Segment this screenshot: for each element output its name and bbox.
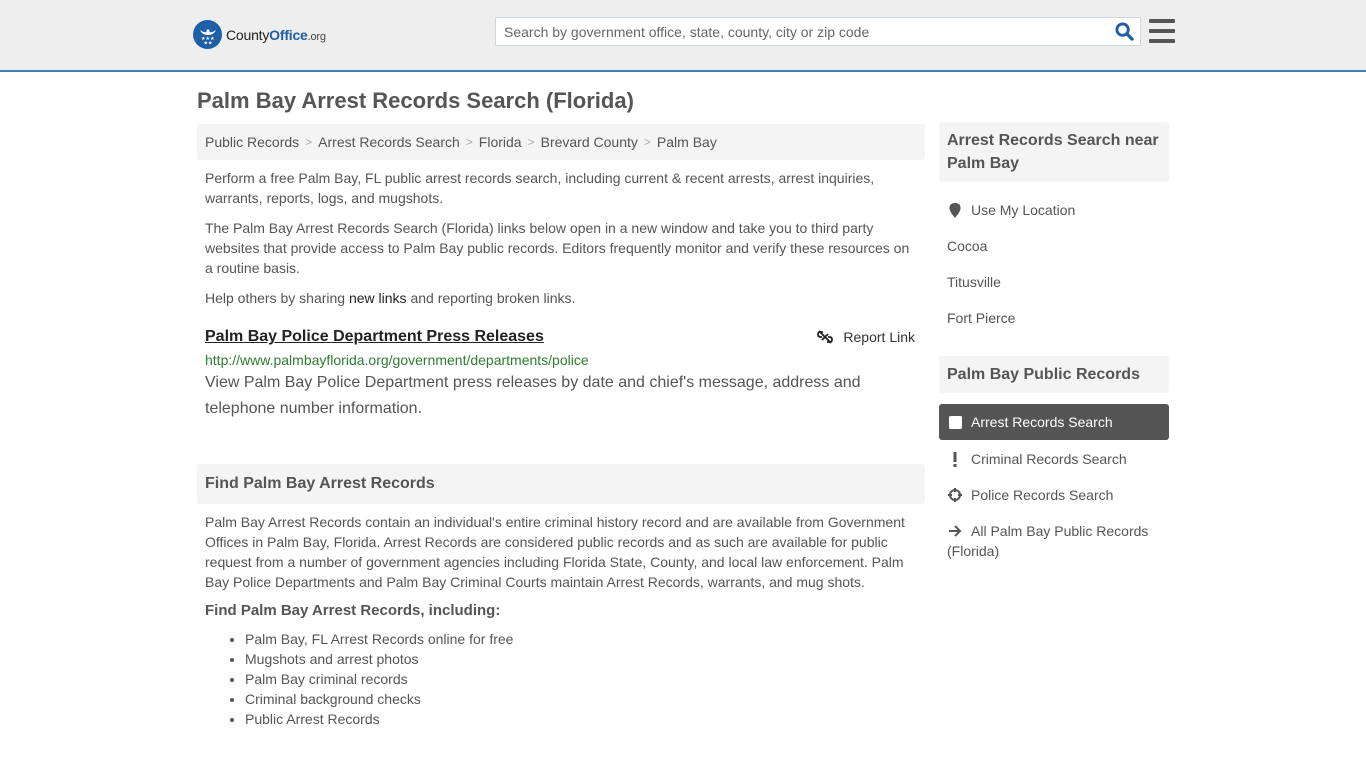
intro-section: Perform a free Palm Bay, FL public arres… [197,160,925,308]
use-my-location-link[interactable]: Use My Location [971,202,1075,218]
find-records-subheading: Find Palm Bay Arrest Records, including: [205,602,501,619]
public-records-heading: Palm Bay Public Records [939,356,1169,393]
sidebar: Arrest Records Search near Palm Bay Use … [939,122,1169,561]
all-public-records-link[interactable]: All Palm Bay Public Records (Florida) [947,523,1148,559]
public-records-item-arrest[interactable]: Arrest Records Search [939,404,1169,440]
nearby-city-item: Fort Pierce [939,300,1169,336]
nearby-heading: Arrest Records Search near Palm Bay [939,122,1169,182]
use-my-location-item: Use My Location [939,192,1169,228]
page-title: Palm Bay Arrest Records Search (Florida) [197,88,634,113]
exclamation-icon [947,449,963,469]
breadcrumb-separator: > [465,135,473,149]
list-item: Palm Bay, FL Arrest Records online for f… [245,629,917,649]
list-item: Criminal background checks [245,689,917,709]
search-input[interactable] [496,18,1108,45]
site-header: ★★★ ★★ CountyOffice.org [0,0,1366,72]
intro-paragraph-3: Help others by sharing new links and rep… [205,290,576,306]
arrow-right-icon [947,521,963,541]
map-marker-icon [947,202,963,218]
find-records-list: Palm Bay, FL Arrest Records online for f… [205,629,917,729]
menu-bar [1149,19,1175,23]
public-records-item-police[interactable]: Police Records Search [939,476,1169,512]
list-item: Mugshots and arrest photos [245,649,917,669]
list-item: Public Arrest Records [245,709,917,729]
nearby-city-cocoa[interactable]: Cocoa [947,238,987,254]
svg-text:★★: ★★ [203,40,212,46]
resource-link-url: http://www.palmbayflorida.org/government… [205,352,589,368]
nearby-links: Use My Location Cocoa Titusville Fort Pi… [939,182,1169,336]
criminal-records-search-link[interactable]: Criminal Records Search [971,449,1127,469]
hamburger-menu-button[interactable] [1149,19,1175,43]
breadcrumb-separator: > [643,135,651,149]
resource-link-entry: Palm Bay Police Department Press Release… [197,318,925,422]
report-link-label: Report Link [843,329,915,345]
breadcrumb-arrest-records-search[interactable]: Arrest Records Search [318,134,460,150]
logo-text: CountyOffice.org [226,26,326,43]
site-logo[interactable]: ★★★ ★★ CountyOffice.org [193,20,326,49]
police-records-search-link[interactable]: Police Records Search [971,485,1113,505]
nearby-city-item: Titusville [939,264,1169,300]
breadcrumb-florida[interactable]: Florida [479,134,522,150]
find-records-heading: Find Palm Bay Arrest Records [197,464,925,504]
find-records-section: Palm Bay Arrest Records contain an indiv… [197,504,925,729]
breadcrumb-separator: > [305,135,313,149]
main-content: Public Records > Arrest Records Search >… [197,124,925,729]
public-records-item-criminal[interactable]: Criminal Records Search [939,440,1169,476]
menu-bar [1149,29,1175,33]
nearby-city-item: Cocoa [939,228,1169,264]
resource-link-description: View Palm Bay Police Department press re… [205,374,861,417]
find-records-body: Palm Bay Arrest Records contain an indiv… [205,514,905,590]
intro-paragraph-1: Perform a free Palm Bay, FL public arres… [205,170,875,206]
search-button[interactable] [1108,18,1140,45]
report-link-button[interactable]: Report Link [817,329,915,345]
broken-link-icon [817,330,834,344]
breadcrumb-separator: > [527,135,535,149]
public-records-list: Arrest Records Search Criminal Records S… [939,404,1169,561]
public-records-item-all[interactable]: All Palm Bay Public Records (Florida) [939,512,1169,561]
nearby-city-fort-pierce[interactable]: Fort Pierce [947,310,1015,326]
breadcrumb: Public Records > Arrest Records Search >… [197,124,925,160]
breadcrumb-palm-bay[interactable]: Palm Bay [657,134,717,150]
menu-bar [1149,39,1175,43]
new-links-link[interactable]: new links [349,290,407,306]
breadcrumb-public-records[interactable]: Public Records [205,134,299,150]
arrest-records-search-link[interactable]: Arrest Records Search [971,412,1113,432]
square-icon [947,412,963,432]
logo-eagle-icon: ★★★ ★★ [193,20,222,49]
breadcrumb-brevard-county[interactable]: Brevard County [541,134,638,150]
resource-link-title[interactable]: Palm Bay Police Department Press Release… [205,328,544,345]
search-icon [1114,22,1134,41]
search-bar [495,17,1141,46]
intro-paragraph-2: The Palm Bay Arrest Records Search (Flor… [205,220,910,276]
nearby-city-titusville[interactable]: Titusville [947,274,1001,290]
crosshairs-icon [947,485,963,505]
list-item: Palm Bay criminal records [245,669,917,689]
